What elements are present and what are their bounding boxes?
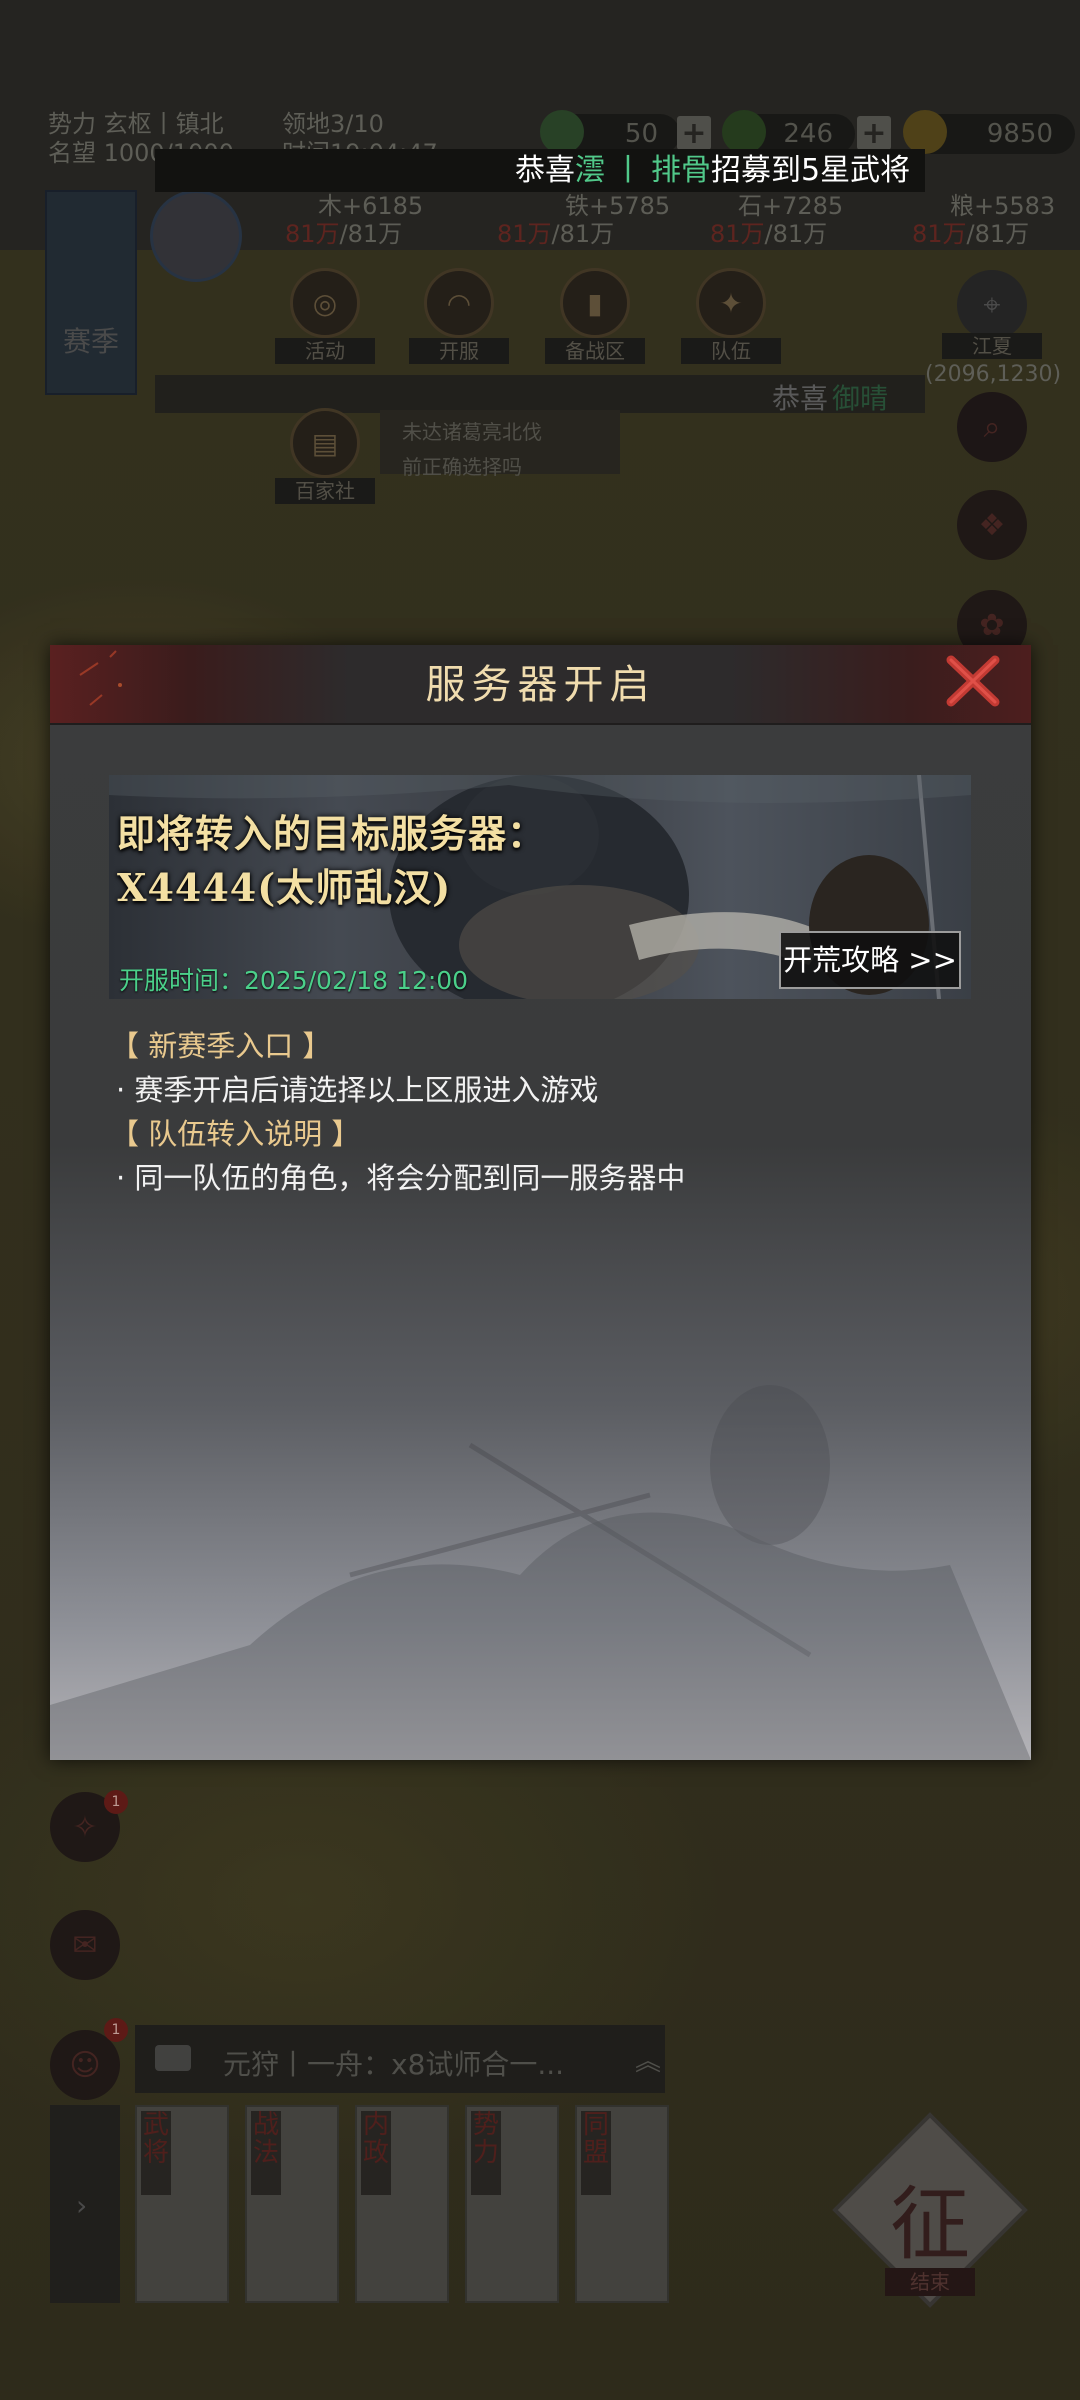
target-server-banner: 即将转入的目标服务器： X4444(太师乱汉) 开服时间：2025/02/18 … [109,775,971,999]
banner-heading: 即将转入的目标服务器： [117,811,547,856]
close-icon [946,655,1000,707]
section-team-transfer-text: · 同一队伍的角色，将会分配到同一服务器中 [116,1161,686,1195]
dialog-title: 服务器开启 [425,662,656,708]
battlefield-fog-art [50,1385,1031,1760]
server-open-dialog: 服务器开启 即将转入的目标服务器： X4444(太师乱汉) 开服时间：2025/… [50,645,1031,1760]
open-time: 开服时间：2025/02/18 12:00 [119,966,469,995]
section-new-season-heading: 【 新赛季入口 】 [110,1029,332,1063]
dialog-header: 服务器开启 [50,645,1031,725]
announcement-ticker: 恭喜澐丨排骨招募到5星武将 [155,149,925,192]
ticker-text: 恭喜澐丨排骨招募到5星武将 [515,153,911,188]
section-new-season-text: · 赛季开启后请选择以上区服进入游戏 [116,1073,599,1107]
close-button[interactable] [943,652,1003,712]
target-server-name: X4444(太师乱汉) [117,865,452,910]
section-team-transfer-heading: 【 队伍转入说明 】 [110,1117,361,1151]
pioneer-guide-button[interactable]: 开荒攻略 >> [779,931,961,989]
